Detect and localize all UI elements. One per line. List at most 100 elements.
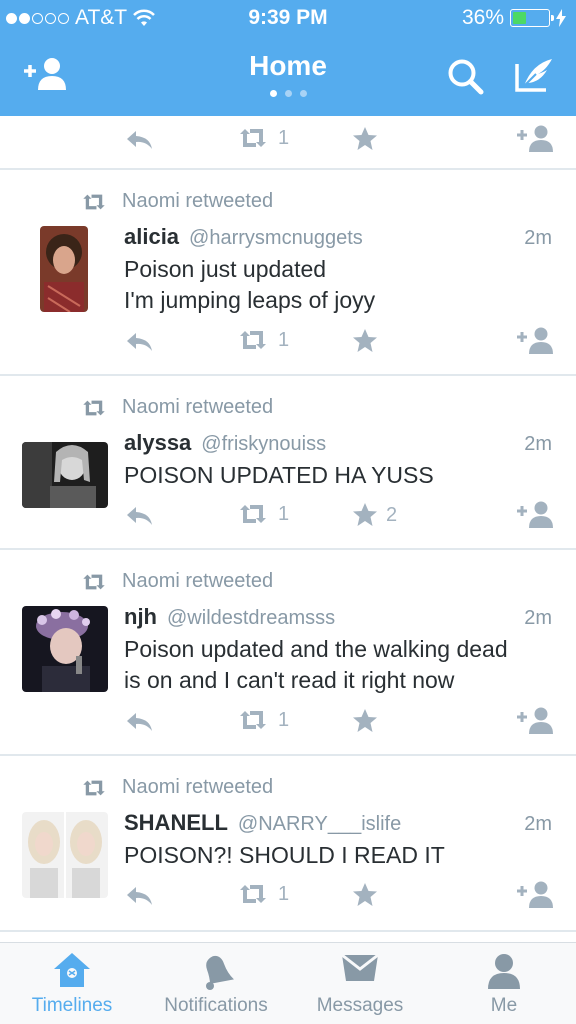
reply-icon[interactable]: [124, 128, 154, 152]
tweet-time: 2m: [524, 433, 552, 455]
retweet-icon: [240, 505, 266, 523]
retweet-context: Naomi retweeted: [80, 776, 273, 799]
retweet-count: 1: [278, 882, 290, 905]
follow-icon[interactable]: [516, 326, 556, 356]
favorite-button[interactable]: 2: [352, 502, 397, 528]
compose-tweet-icon[interactable]: [514, 56, 556, 94]
timeline-page-indicator: [0, 90, 576, 97]
retweeted-by: Naomi retweeted: [122, 570, 274, 592]
tweet-header: alicia @harrysmcnuggets 2m: [124, 224, 552, 250]
bell-icon: [206, 955, 234, 990]
star-icon: [353, 503, 377, 526]
person-icon: [488, 954, 520, 989]
retweet-count: 1: [278, 126, 290, 149]
tweet-text-line: Poison updated and the walking dead: [124, 636, 508, 662]
retweet-icon: [83, 194, 105, 209]
retweet-icon: [83, 400, 105, 415]
tweet-time: 2m: [524, 607, 552, 629]
tab-timelines[interactable]: Timelines: [0, 943, 144, 1024]
charging-bolt-icon: [556, 9, 566, 27]
tweet-text: Poison updated and the walking dead is o…: [124, 634, 556, 696]
retweet-icon: [240, 711, 266, 729]
retweet-count: 1: [278, 708, 290, 731]
retweet-icon: [83, 574, 105, 589]
star-icon: [353, 709, 377, 732]
retweet-button[interactable]: 1: [236, 502, 289, 526]
user-handle[interactable]: @friskynouiss: [201, 433, 524, 456]
star-icon: [353, 883, 377, 906]
star-icon: [353, 329, 377, 352]
tweet-divider: [0, 930, 576, 932]
tweet-actions: 1 2: [0, 500, 576, 532]
follow-icon[interactable]: [516, 880, 556, 910]
user-handle[interactable]: @wildestdreamsss: [167, 607, 524, 630]
favorite-button[interactable]: [352, 328, 386, 354]
tweet-item[interactable]: Naomi retweeted njh @wildestdreamsss 2m …: [0, 550, 576, 754]
battery-icon: [510, 9, 554, 27]
retweet-count: 1: [278, 328, 290, 351]
tweet-header: njh @wildestdreamsss 2m: [124, 604, 552, 630]
tweet-header: alyssa @friskynouiss 2m: [124, 430, 552, 456]
avatar[interactable]: [22, 442, 108, 508]
tweet-text-line: POISON UPDATED HA YUSS: [124, 462, 434, 488]
tweet-item[interactable]: Naomi retweeted SHANELL @NARRY___islife …: [0, 756, 576, 930]
favorite-button[interactable]: [352, 882, 386, 908]
retweet-button[interactable]: 1: [236, 708, 289, 732]
retweet-context: Naomi retweeted: [80, 396, 273, 419]
user-handle[interactable]: @harrysmcnuggets: [189, 227, 524, 250]
retweet-context: Naomi retweeted: [80, 190, 273, 213]
follow-icon[interactable]: [516, 706, 556, 736]
tab-bar: Timelines Notifications Messages Me: [0, 942, 576, 1024]
retweet-icon: [83, 780, 105, 795]
retweeted-by: Naomi retweeted: [122, 190, 274, 212]
favorite-count: 2: [386, 503, 398, 526]
tweet-actions: 1: [0, 326, 576, 358]
user-name[interactable]: alicia: [124, 224, 179, 250]
tab-me[interactable]: Me: [432, 943, 576, 1024]
follow-icon[interactable]: [516, 500, 556, 530]
retweeted-by: Naomi retweeted: [122, 776, 274, 798]
retweet-icon: [240, 331, 266, 349]
reply-icon[interactable]: [124, 330, 154, 354]
retweeted-by: Naomi retweeted: [122, 396, 274, 418]
tweet-text-line: is on and I can't read it right now: [124, 667, 455, 693]
retweet-context: Naomi retweeted: [80, 570, 273, 593]
tweet-text-line: Poison just updated: [124, 256, 327, 282]
retweet-button[interactable]: 1: [236, 126, 289, 150]
tab-notifications[interactable]: Notifications: [144, 943, 288, 1024]
retweet-button[interactable]: 1: [236, 328, 289, 352]
star-icon: [353, 127, 377, 150]
tweet-item[interactable]: Naomi retweeted alicia @harrysmcnuggets …: [0, 170, 576, 374]
app-header: AT&T 9:39 PM 36% Home: [0, 0, 576, 116]
reply-icon[interactable]: [124, 710, 154, 734]
user-name[interactable]: njh: [124, 604, 157, 630]
retweet-button[interactable]: 1: [236, 882, 289, 906]
user-handle[interactable]: @NARRY___islife: [238, 813, 524, 836]
follow-icon[interactable]: [516, 124, 556, 154]
search-icon[interactable]: [446, 58, 486, 96]
tweet-item[interactable]: Naomi retweeted alyssa @friskynouiss 2m …: [0, 376, 576, 548]
envelope-icon: [341, 953, 379, 981]
favorite-button[interactable]: [352, 708, 386, 734]
tab-label: Messages: [316, 995, 404, 1016]
tweet-time: 2m: [524, 227, 552, 249]
tweet-actions: 1: [0, 880, 576, 912]
tweet-text: POISON?! SHOULD I READ IT: [124, 840, 556, 871]
user-name[interactable]: SHANELL: [124, 810, 228, 836]
tweet-actions: 1: [0, 706, 576, 738]
tab-messages[interactable]: Messages: [288, 943, 432, 1024]
user-name[interactable]: alyssa: [124, 430, 191, 456]
favorite-button[interactable]: [352, 126, 386, 152]
battery-info: 36%: [462, 6, 566, 30]
battery-percent: 36%: [461, 6, 504, 29]
reply-icon[interactable]: [124, 884, 154, 908]
retweet-icon: [240, 885, 266, 903]
avatar[interactable]: [22, 606, 108, 692]
tab-label: Me: [490, 995, 518, 1016]
reply-icon[interactable]: [124, 504, 154, 528]
home-icon: [54, 953, 90, 987]
retweet-count: 1: [278, 502, 290, 525]
avatar[interactable]: [40, 226, 88, 312]
timeline-feed[interactable]: 1 Naomi retweeted alicia @harrysmcnugget…: [0, 116, 576, 942]
tweet-text: Poison just updated I'm jumping leaps of…: [124, 254, 556, 316]
